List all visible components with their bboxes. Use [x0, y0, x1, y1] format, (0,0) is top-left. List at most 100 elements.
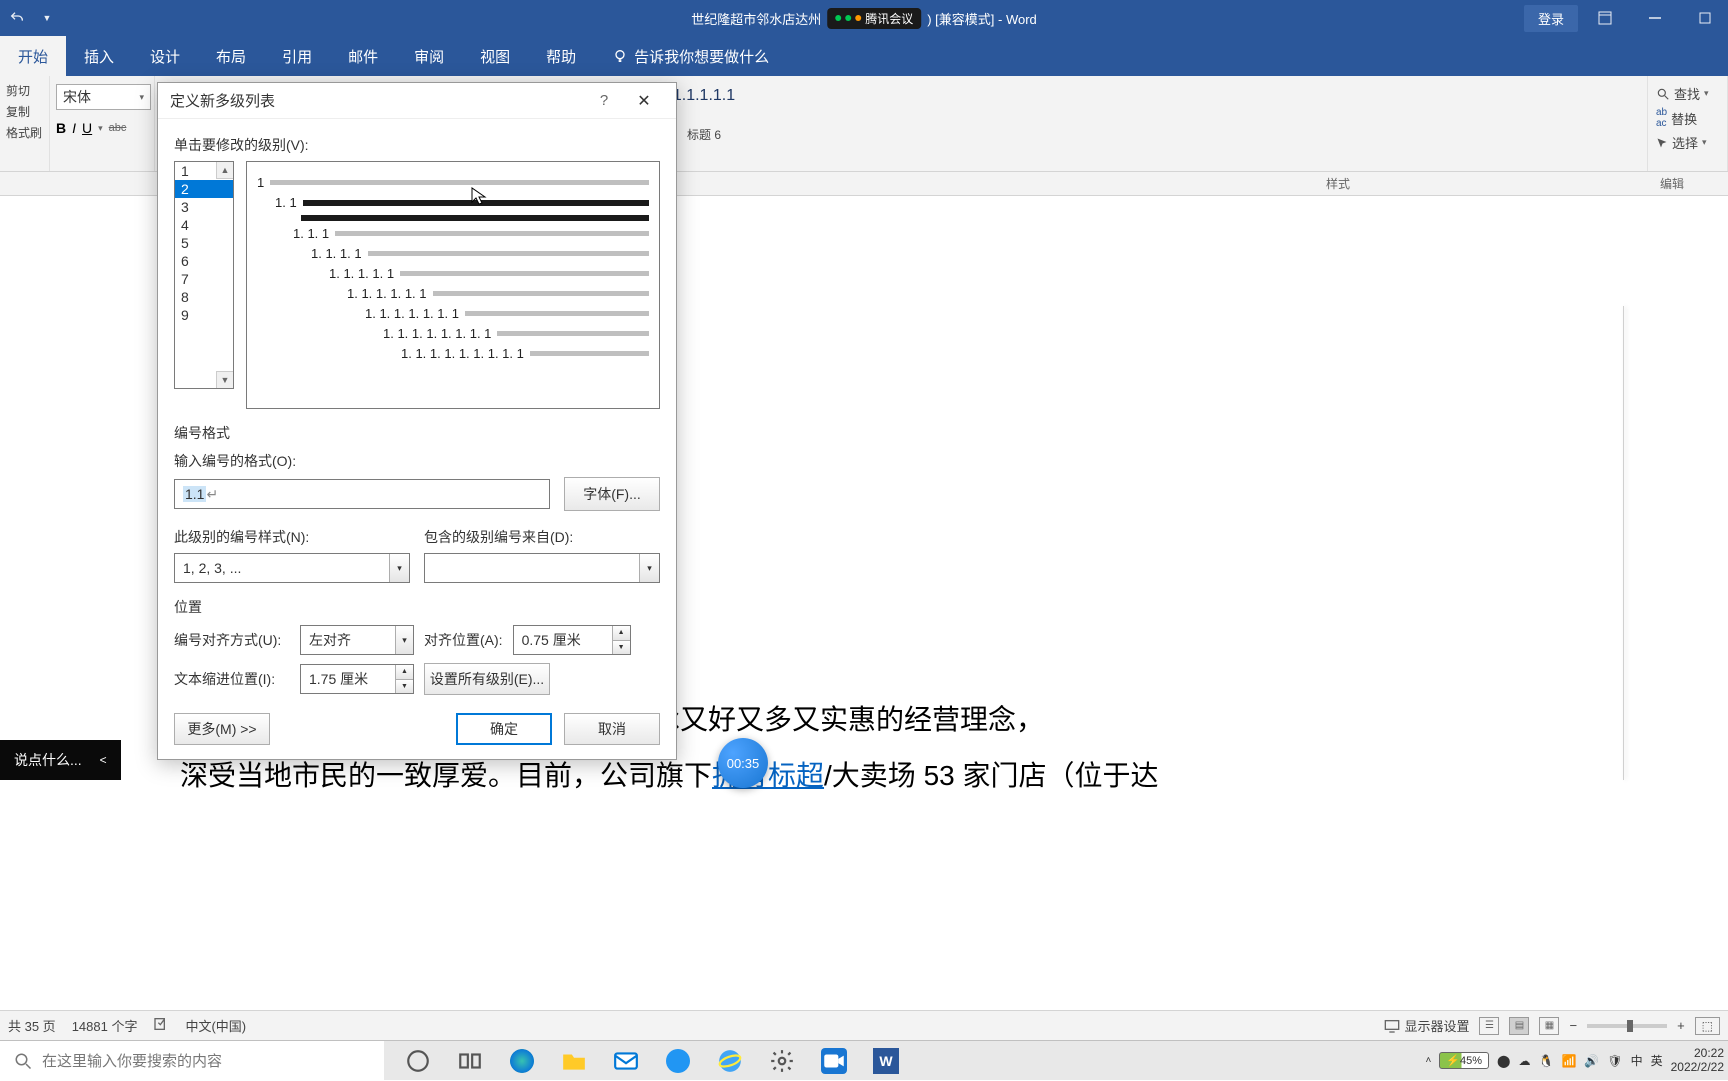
- scroll-up-icon[interactable]: ▲: [216, 162, 233, 179]
- mail-icon[interactable]: [604, 1041, 648, 1081]
- display-settings[interactable]: 显示器设置: [1384, 1016, 1469, 1035]
- cortana-icon[interactable]: [396, 1041, 440, 1081]
- zoom-in-button[interactable]: +: [1677, 1018, 1685, 1033]
- level-listbox[interactable]: ▲ 123456789 ▼: [174, 161, 234, 389]
- level-option-2[interactable]: 2: [175, 180, 233, 198]
- replace-icon: abac: [1656, 107, 1667, 129]
- taskbar-search[interactable]: 在这里输入你要搜索的内容: [0, 1041, 384, 1081]
- chevron-left-icon[interactable]: <: [100, 753, 107, 767]
- replace-button[interactable]: abac替换: [1656, 105, 1719, 131]
- ribbon-display-icon[interactable]: [1582, 0, 1628, 36]
- level-option-8[interactable]: 8: [175, 288, 233, 306]
- recording-timer[interactable]: 00:35: [718, 738, 768, 788]
- scroll-down-icon[interactable]: ▼: [216, 371, 233, 388]
- maximize-icon[interactable]: [1682, 0, 1728, 36]
- login-button[interactable]: 登录: [1524, 5, 1578, 32]
- copy-button[interactable]: 复制: [6, 101, 43, 122]
- cancel-button[interactable]: 取消: [564, 713, 660, 745]
- tray-qq-icon[interactable]: 🐧: [1538, 1054, 1553, 1068]
- meeting-badge[interactable]: 腾讯会议: [827, 8, 921, 29]
- ime-indicator[interactable]: 英: [1651, 1052, 1663, 1069]
- align-at-spinner[interactable]: 0.75 厘米▲▼: [513, 625, 631, 655]
- italic-button[interactable]: I: [72, 120, 76, 136]
- app-icon[interactable]: [656, 1041, 700, 1081]
- underline-button[interactable]: U: [82, 120, 92, 136]
- tencent-meeting-icon[interactable]: [812, 1041, 856, 1081]
- tray-chevron-icon[interactable]: ˄: [1425, 1055, 1431, 1066]
- number-format-input[interactable]: 1.1↵: [174, 479, 550, 509]
- ok-button[interactable]: 确定: [456, 713, 552, 745]
- tab-design[interactable]: 设计: [132, 36, 198, 76]
- read-mode-icon[interactable]: ☰: [1479, 1017, 1499, 1035]
- font-name-combo[interactable]: 宋体▾: [56, 84, 151, 110]
- close-button[interactable]: ✕: [624, 91, 664, 111]
- tray-icon[interactable]: 📶: [1561, 1054, 1576, 1068]
- undo-icon[interactable]: [8, 9, 26, 27]
- tray-icon[interactable]: ☁: [1518, 1054, 1530, 1068]
- level-option-6[interactable]: 6: [175, 252, 233, 270]
- spellcheck-icon[interactable]: [153, 1016, 169, 1035]
- level-option-5[interactable]: 5: [175, 234, 233, 252]
- tray-icon[interactable]: ⬤: [1497, 1054, 1510, 1068]
- cut-button[interactable]: 剪切: [6, 80, 43, 101]
- tab-home[interactable]: 开始: [0, 36, 66, 76]
- edge-icon[interactable]: [500, 1041, 544, 1081]
- level-option-4[interactable]: 4: [175, 216, 233, 234]
- include-from-combo[interactable]: ▾: [424, 553, 660, 583]
- level-option-3[interactable]: 3: [175, 198, 233, 216]
- number-style-combo[interactable]: 1, 2, 3, ...▾: [174, 553, 410, 583]
- alignment-combo[interactable]: 左对齐▾: [300, 625, 414, 655]
- tab-insert[interactable]: 插入: [66, 36, 132, 76]
- preview-level-4: 1. 1. 1. 1: [311, 246, 649, 261]
- ime-indicator[interactable]: 中: [1631, 1052, 1643, 1069]
- file-explorer-icon[interactable]: [552, 1041, 596, 1081]
- tray-icon[interactable]: 🛡: [1607, 1054, 1622, 1068]
- help-button[interactable]: ?: [584, 92, 624, 109]
- tab-references[interactable]: 引用: [264, 36, 330, 76]
- print-layout-icon[interactable]: ▤: [1509, 1017, 1529, 1035]
- tray-volume-icon[interactable]: 🔊: [1584, 1054, 1599, 1068]
- zoom-slider[interactable]: [1587, 1024, 1667, 1028]
- indent-label: 文本缩进位置(I):: [174, 669, 290, 689]
- signal-dot-icon: [855, 15, 861, 21]
- set-all-levels-button[interactable]: 设置所有级别(E)...: [424, 663, 550, 695]
- level-option-7[interactable]: 7: [175, 270, 233, 288]
- qat-dropdown-icon[interactable]: ▼: [38, 9, 56, 27]
- find-button[interactable]: 查找▾: [1656, 82, 1719, 105]
- tab-review[interactable]: 审阅: [396, 36, 462, 76]
- tell-me-search[interactable]: 告诉我你想要做什么: [594, 36, 787, 76]
- align-label: 编号对齐方式(U):: [174, 630, 290, 650]
- task-view-icon[interactable]: [448, 1041, 492, 1081]
- font-button[interactable]: 字体(F)...: [564, 477, 660, 511]
- preview-level-3: 1. 1. 1: [293, 226, 649, 241]
- tab-help[interactable]: 帮助: [528, 36, 594, 76]
- word-icon[interactable]: W: [864, 1041, 908, 1081]
- format-painter-button[interactable]: 格式刷: [6, 122, 43, 143]
- page-count[interactable]: 共 35 页: [8, 1016, 56, 1035]
- spin-up-icon[interactable]: ▲: [395, 665, 413, 680]
- spin-down-icon[interactable]: ▼: [395, 680, 413, 694]
- strikethrough-button[interactable]: abc: [109, 122, 127, 134]
- zoom-level[interactable]: ⬚: [1695, 1017, 1720, 1035]
- dictation-prompt[interactable]: 说点什么... <: [0, 740, 121, 780]
- tab-mailings[interactable]: 邮件: [330, 36, 396, 76]
- taskbar-clock[interactable]: 20:22 2022/2/22: [1671, 1047, 1724, 1073]
- bold-button[interactable]: B: [56, 120, 66, 136]
- tab-view[interactable]: 视图: [462, 36, 528, 76]
- battery-indicator[interactable]: ⚡45%: [1439, 1052, 1489, 1069]
- tab-layout[interactable]: 布局: [198, 36, 264, 76]
- settings-icon[interactable]: [760, 1041, 804, 1081]
- spin-down-icon[interactable]: ▼: [612, 641, 630, 655]
- level-option-9[interactable]: 9: [175, 306, 233, 324]
- minimize-icon[interactable]: [1632, 0, 1678, 36]
- word-count[interactable]: 14881 个字: [72, 1016, 138, 1035]
- spin-up-icon[interactable]: ▲: [612, 626, 630, 641]
- ie-icon[interactable]: [708, 1041, 752, 1081]
- text-indent-spinner[interactable]: 1.75 厘米▲▼: [300, 664, 414, 694]
- web-layout-icon[interactable]: ▦: [1539, 1017, 1559, 1035]
- zoom-out-button[interactable]: −: [1569, 1018, 1577, 1033]
- more-button[interactable]: 更多(M) >>: [174, 713, 270, 745]
- select-button[interactable]: 选择▾: [1656, 131, 1719, 154]
- preview-level-8: 1. 1. 1. 1. 1. 1. 1. 1: [383, 326, 649, 341]
- language-indicator[interactable]: 中文(中国): [185, 1016, 246, 1035]
